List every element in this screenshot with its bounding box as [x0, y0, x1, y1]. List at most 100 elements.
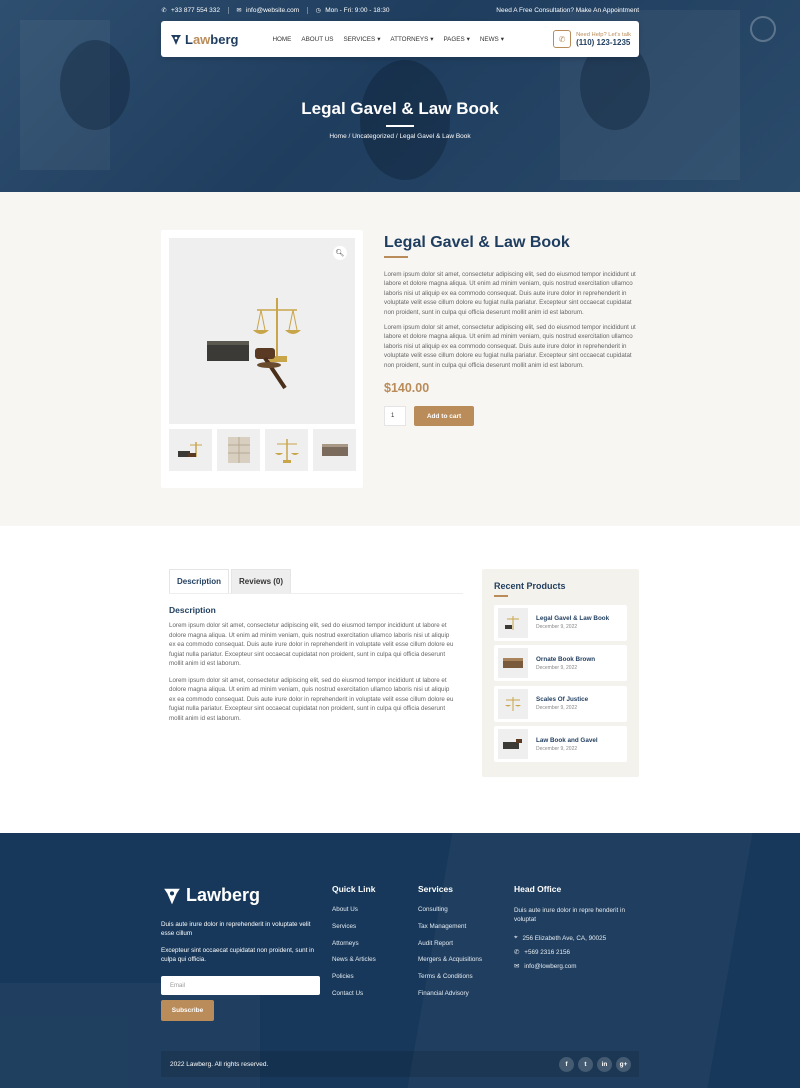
recent-product-date: December 9, 2022: [536, 705, 578, 711]
breadcrumb[interactable]: Home / Uncategorized / Legal Gavel & Law…: [0, 133, 800, 140]
office-phone[interactable]: ✆ +569 2316 2156: [514, 949, 639, 956]
pen-nib-logo-icon: [164, 888, 180, 905]
thumbnail-scales[interactable]: [265, 429, 308, 471]
title-divider: [386, 125, 414, 127]
description-text-1: Lorem ipsum dolor sit amet, consectetur …: [169, 622, 454, 667]
footer-link-financial-advisory[interactable]: Financial Advisory: [418, 990, 482, 997]
footer-services: Services Consulting Tax Management Audit…: [418, 884, 482, 1007]
product-thumbnails: [169, 429, 356, 471]
footer-link-audit-report[interactable]: Audit Report: [418, 940, 482, 947]
footer-brand-name: Lawberg: [186, 884, 261, 905]
newsletter-email-input[interactable]: Email: [161, 976, 320, 995]
magnifier-icon[interactable]: 🔍︎: [333, 246, 347, 260]
nav-item-home[interactable]: HOME: [272, 36, 291, 43]
recent-product-item[interactable]: Scales Of Justice December 9, 2022: [494, 685, 627, 722]
help-phone: (110) 123-1235: [576, 37, 631, 47]
add-to-cart-button[interactable]: Add to cart: [414, 406, 474, 427]
nav-item-pages[interactable]: PAGES ▾: [443, 36, 469, 43]
top-info-bar: ✆ +33 877 554 332 ✉ info@website.com ◷ Mon …: [161, 4, 639, 16]
product-main-image[interactable]: 🔍︎: [169, 238, 355, 424]
chevron-down-icon: ▾: [430, 35, 434, 43]
facebook-icon[interactable]: f: [559, 1056, 574, 1072]
description-heading: Description: [169, 605, 216, 615]
recent-product-item[interactable]: Legal Gavel & Law Book December 9, 2022: [494, 604, 627, 641]
footer-about-text-1: Duis aute irure dolor in reprehenderit i…: [161, 921, 311, 937]
footer-bottom-bar: 2022 Lawberg. All rights reserved. f t i…: [161, 1051, 639, 1077]
phone-icon: ✆: [514, 949, 520, 956]
mail-icon: ✉: [236, 7, 242, 14]
phone-call-icon: ✆: [553, 30, 572, 48]
recent-product-name: Ornate Book Brown: [536, 655, 596, 663]
footer-link-contact[interactable]: Contact Us: [332, 990, 376, 997]
linkedin-icon[interactable]: in: [597, 1056, 612, 1072]
thumbnail-image: [321, 444, 348, 456]
head-office-text: Duis aute irure dolor in repre henderit …: [514, 907, 625, 923]
google-plus-icon[interactable]: g+: [616, 1056, 631, 1072]
tabs-divider: [169, 593, 463, 594]
phone-icon: ✆: [161, 7, 167, 14]
tab-reviews[interactable]: Reviews (0): [231, 569, 292, 593]
footer-link-services[interactable]: Services: [332, 923, 376, 930]
page-title: Legal Gavel & Law Book: [301, 99, 499, 118]
add-to-cart-form: 1 Add to cart: [384, 406, 640, 427]
footer-link-about-us[interactable]: About Us: [332, 906, 376, 913]
wall-clock-icon: [750, 16, 776, 42]
main-navbar: Lawberg HOME ABOUT US SERVICES ▾ ATTORNEY…: [161, 21, 639, 57]
services-heading: Services: [418, 884, 453, 894]
recent-product-item[interactable]: Ornate Book Brown December 9, 2022: [494, 645, 627, 681]
gavel-book-scales-image: [207, 298, 301, 390]
thumbnail-image: [274, 439, 299, 463]
background-person: [360, 60, 450, 180]
footer-link-consulting[interactable]: Consulting: [418, 906, 482, 913]
topbar-email[interactable]: ✉ info@website.com: [236, 6, 309, 14]
office-phone-text: +569 2316 2156: [524, 949, 570, 956]
quantity-input[interactable]: 1: [384, 406, 406, 427]
appointment-link[interactable]: Need A Free Consultation? Make An Appoin…: [496, 7, 639, 14]
topbar-phone-text: +33 877 554 332: [171, 6, 220, 14]
nav-item-attorneys[interactable]: ATTORNEYS ▾: [390, 36, 433, 43]
book-icon: [498, 648, 528, 678]
chevron-down-icon: ▾: [466, 35, 470, 43]
location-pin-icon: ⌖: [514, 934, 518, 941]
subscribe-button[interactable]: Subscribe: [161, 1000, 214, 1021]
thumbnail-image: [177, 442, 202, 457]
brand-logo[interactable]: Lawberg: [169, 32, 238, 47]
book-icon: [498, 729, 528, 759]
recent-product-item[interactable]: Law Book and Gavel December 9, 2022: [494, 726, 627, 762]
thumbnail-image: [227, 437, 250, 463]
recent-product-date: December 9, 2022: [536, 664, 578, 671]
nav-item-about-us[interactable]: ABOUT US: [301, 36, 333, 43]
title-underline: [384, 256, 408, 258]
office-address-text: 256 Elizabeth Ave, CA, 90025: [522, 934, 607, 942]
mail-icon: ✉: [514, 963, 520, 970]
footer-link-terms[interactable]: Terms & Conditions: [418, 973, 482, 980]
nav-item-services[interactable]: SERVICES ▾: [343, 36, 380, 43]
footer-link-policies[interactable]: Policies: [332, 973, 376, 980]
recent-product-name: Legal Gavel & Law Book: [536, 615, 610, 622]
footer-link-tax-management[interactable]: Tax Management: [418, 923, 482, 930]
pen-nib-logo-icon: [171, 35, 181, 45]
thumbnail-gavel-book[interactable]: [169, 429, 212, 471]
topbar-hours: ◷ Mon - Fri: 9:00 - 18:30: [315, 7, 397, 14]
thumbnail-book[interactable]: [313, 429, 356, 471]
help-label: Need Help? Let's talk: [576, 31, 631, 38]
footer-link-mergers[interactable]: Mergers & Acquisitions: [418, 956, 482, 963]
topbar-phone[interactable]: ✆ +33 877 554 332: [161, 6, 229, 14]
scales-icon: [498, 688, 528, 719]
product-title: Legal Gavel & Law Book: [384, 234, 570, 251]
head-office-heading: Head Office: [514, 884, 562, 894]
footer-link-attorneys[interactable]: Attorneys: [332, 940, 376, 947]
tab-description[interactable]: Description: [169, 569, 230, 593]
office-email-text: info@lowberg.com: [524, 963, 577, 970]
quick-link-heading: Quick Link: [332, 884, 376, 894]
twitter-icon[interactable]: t: [578, 1056, 593, 1072]
heading-underline: [494, 595, 508, 597]
thumbnail-bookshelf[interactable]: [217, 429, 260, 471]
office-address: ⌖ 256 Elizabeth Ave, CA, 90025: [514, 934, 639, 942]
footer-logo[interactable]: Lawberg: [161, 884, 260, 906]
help-contact[interactable]: ✆ Need Help? Let's talk (110) 123-1235: [553, 30, 631, 48]
office-email[interactable]: ✉ info@lowberg.com: [514, 963, 639, 970]
footer-link-news[interactable]: News & Articles: [332, 956, 376, 963]
footer-about-text-2: Excepteur sint occaecat cupidatat non pr…: [161, 947, 314, 963]
nav-item-news[interactable]: NEWS ▾: [480, 36, 504, 43]
